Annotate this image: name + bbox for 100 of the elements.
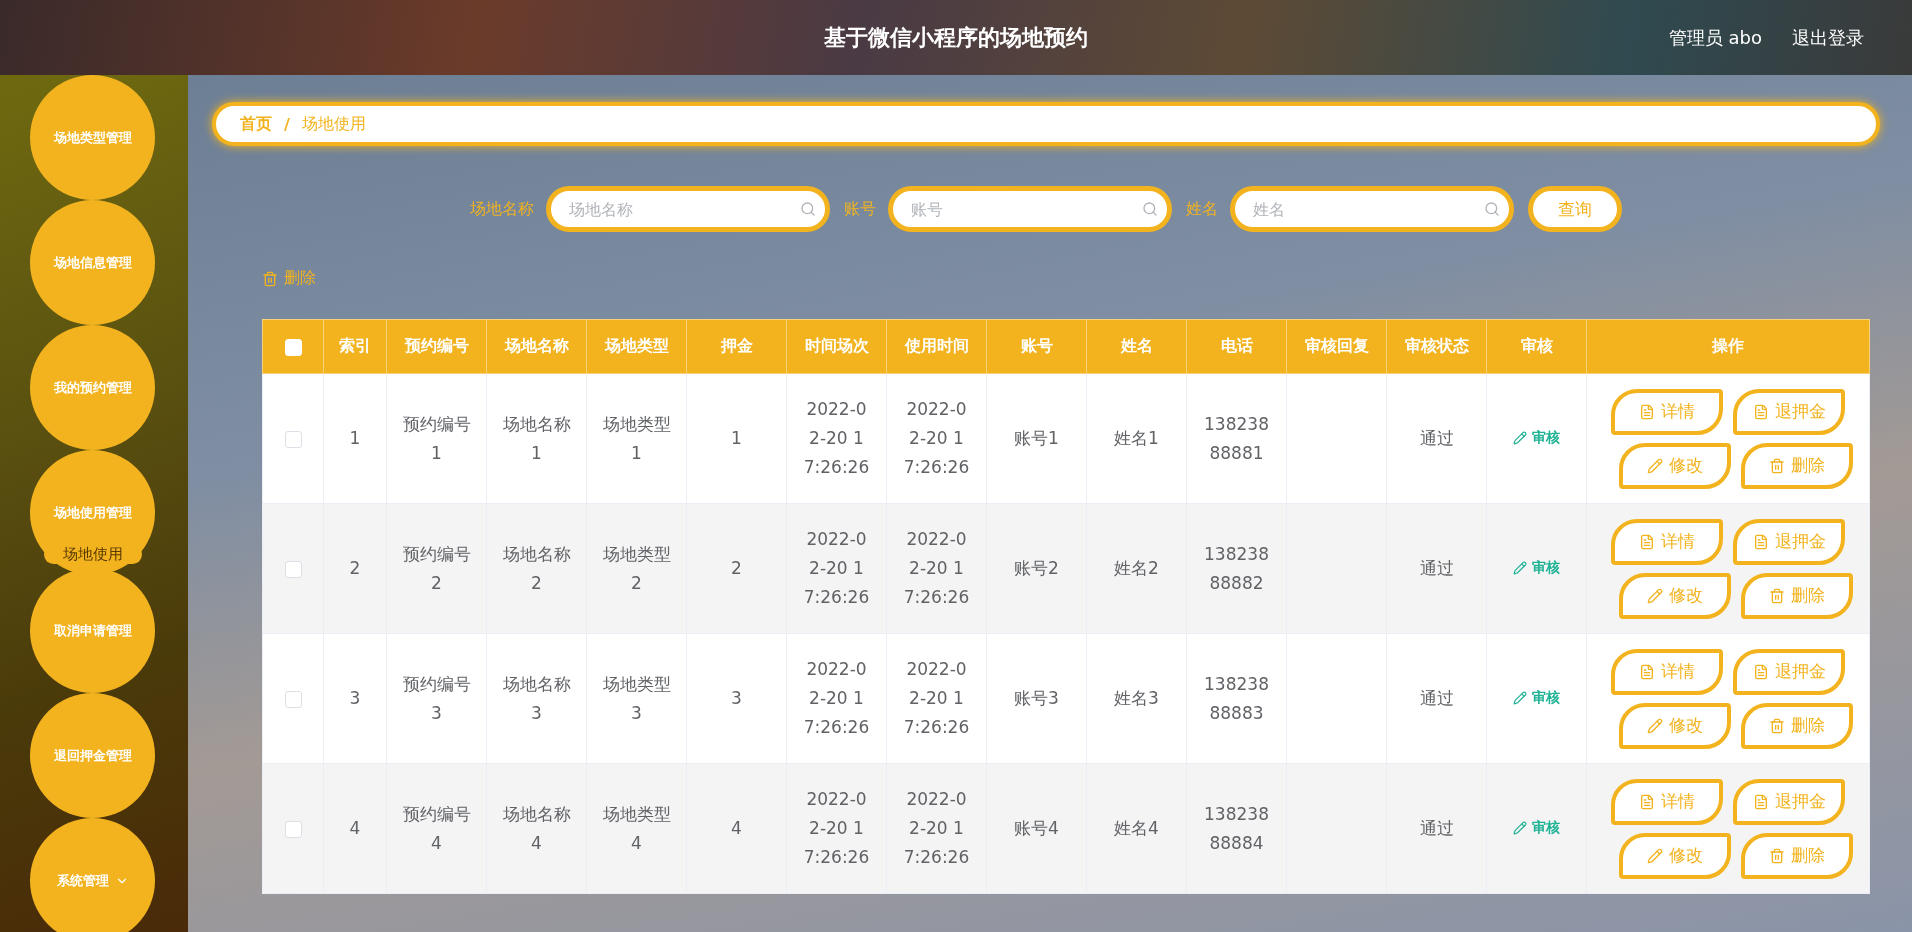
table-cell: 账号1 [986, 373, 1087, 504]
field-label: 账号 [844, 198, 876, 220]
sidebar-item[interactable]: 系统管理 [30, 818, 155, 932]
table-cell: 3 [686, 633, 787, 764]
table-cell: 场地类型3 [586, 633, 687, 764]
breadcrumb-link[interactable]: 首页 [240, 113, 272, 135]
review-link[interactable]: 审核 [1513, 683, 1560, 713]
search-field[interactable]: 场地名称 [546, 186, 830, 232]
column-header: 预约编号 [386, 319, 487, 374]
table-cell: 姓名2 [1086, 503, 1187, 634]
table-cell: 预约编号1 [386, 373, 487, 504]
action-button[interactable]: 删除 [1741, 572, 1853, 619]
field-label: 姓名 [1186, 198, 1218, 220]
table-cell: 场地名称2 [486, 503, 587, 634]
sidebar-item[interactable]: 我的预约管理 [30, 325, 155, 450]
action-button[interactable]: 删除 [1741, 442, 1853, 489]
column-header: 场地类型 [586, 319, 687, 374]
pencil-icon [1647, 847, 1663, 864]
breadcrumb-link[interactable]: 场地使用 [301, 113, 366, 135]
table-cell: 2022-02-20 17:26:26 [886, 373, 987, 504]
column-header: 审核状态 [1386, 319, 1487, 374]
delete-button[interactable]: 删除 [256, 264, 322, 293]
table-cell: 2 [323, 503, 387, 634]
pencil-icon [1513, 820, 1527, 835]
column-header: 场地名称 [486, 319, 587, 374]
column-header: 姓名 [1086, 319, 1187, 374]
search-field[interactable]: 账号 [888, 186, 1172, 232]
table-cell: 13823888881 [1186, 373, 1287, 504]
search-icon [1142, 201, 1158, 217]
action-button[interactable]: 修改 [1619, 442, 1731, 489]
row-checkbox[interactable] [284, 690, 302, 708]
sidebar-item[interactable]: 取消申请管理 [30, 568, 155, 693]
column-header: 电话 [1186, 319, 1287, 374]
table-cell: 场地类型2 [586, 503, 687, 634]
action-button[interactable]: 详情 [1611, 778, 1723, 825]
table-cell: 1 [686, 373, 787, 504]
action-button[interactable]: 修改 [1619, 572, 1731, 619]
table-cell: 场地名称1 [486, 373, 587, 504]
column-header: 审核 [1486, 319, 1587, 374]
action-button[interactable]: 修改 [1619, 702, 1731, 749]
table-cell: 场地名称4 [486, 763, 587, 894]
action-button[interactable]: 退押金 [1733, 648, 1845, 695]
table-cell: 场地名称3 [486, 633, 587, 764]
action-button[interactable]: 删除 [1741, 702, 1853, 749]
pencil-icon [1647, 717, 1663, 734]
pencil-icon [1513, 560, 1527, 575]
action-button[interactable]: 退押金 [1733, 388, 1845, 435]
action-button[interactable]: 退押金 [1733, 518, 1845, 565]
action-button[interactable]: 详情 [1611, 648, 1723, 695]
table-cell: 通过 [1386, 503, 1487, 634]
user-name: 管理员 abo [1668, 25, 1762, 50]
sidebar-item[interactable]: 场地信息管理 [30, 200, 155, 325]
table-cell: 姓名4 [1086, 763, 1187, 894]
search-icon [800, 201, 816, 217]
review-link[interactable]: 审核 [1513, 553, 1560, 583]
document-icon [1639, 663, 1655, 680]
query-button[interactable]: 查询 [1528, 186, 1622, 232]
action-button[interactable]: 修改 [1619, 832, 1731, 879]
table-cell: 2022-02-20 17:26:26 [786, 503, 887, 634]
table-cell: 1 [323, 373, 387, 504]
document-icon [1639, 403, 1655, 420]
column-header: 操作 [1586, 319, 1870, 374]
table-cell: 账号4 [986, 763, 1087, 894]
action-button[interactable]: 详情 [1611, 388, 1723, 435]
table-cell: 13823888883 [1186, 633, 1287, 764]
table-cell: 通过 [1386, 633, 1487, 764]
row-checkbox[interactable] [284, 560, 302, 578]
sidebar-item[interactable]: 退回押金管理 [30, 693, 155, 818]
review-link[interactable]: 审核 [1513, 813, 1560, 843]
search-field[interactable]: 姓名 [1230, 186, 1514, 232]
row-checkbox[interactable] [284, 820, 302, 838]
column-header: 账号 [986, 319, 1087, 374]
row-checkbox[interactable] [284, 430, 302, 448]
table-cell: 2022-02-20 17:26:26 [786, 373, 887, 504]
action-button[interactable]: 删除 [1741, 832, 1853, 879]
pencil-icon [1513, 430, 1527, 445]
table-cell: 2022-02-20 17:26:26 [886, 633, 987, 764]
sidebar-item[interactable]: 场地类型管理 [30, 75, 155, 200]
sidebar-subitem[interactable]: 场地使用 [44, 545, 142, 564]
table-cell: 2022-02-20 17:26:26 [786, 633, 887, 764]
trash-icon [1769, 457, 1785, 474]
logout-link[interactable]: 退出登录 [1792, 25, 1864, 50]
pencil-icon [1513, 690, 1527, 705]
table-cell: 预约编号4 [386, 763, 487, 894]
table-cell: 2 [686, 503, 787, 634]
table-cell: 2022-02-20 17:26:26 [886, 503, 987, 634]
select-all-checkbox[interactable] [284, 339, 302, 356]
review-link[interactable]: 审核 [1513, 423, 1560, 453]
action-button[interactable]: 退押金 [1733, 778, 1845, 825]
table-cell: 预约编号3 [386, 633, 487, 764]
document-icon [1752, 663, 1769, 680]
table-cell: 通过 [1386, 763, 1487, 894]
table-cell: 姓名3 [1086, 633, 1187, 764]
document-icon [1639, 793, 1655, 810]
table-cell: 通过 [1386, 373, 1487, 504]
table-cell: 账号2 [986, 503, 1087, 634]
action-button[interactable]: 详情 [1611, 518, 1723, 565]
table-cell: 13823888882 [1186, 503, 1287, 634]
trash-icon [262, 270, 278, 287]
table-cell: 3 [323, 633, 387, 764]
